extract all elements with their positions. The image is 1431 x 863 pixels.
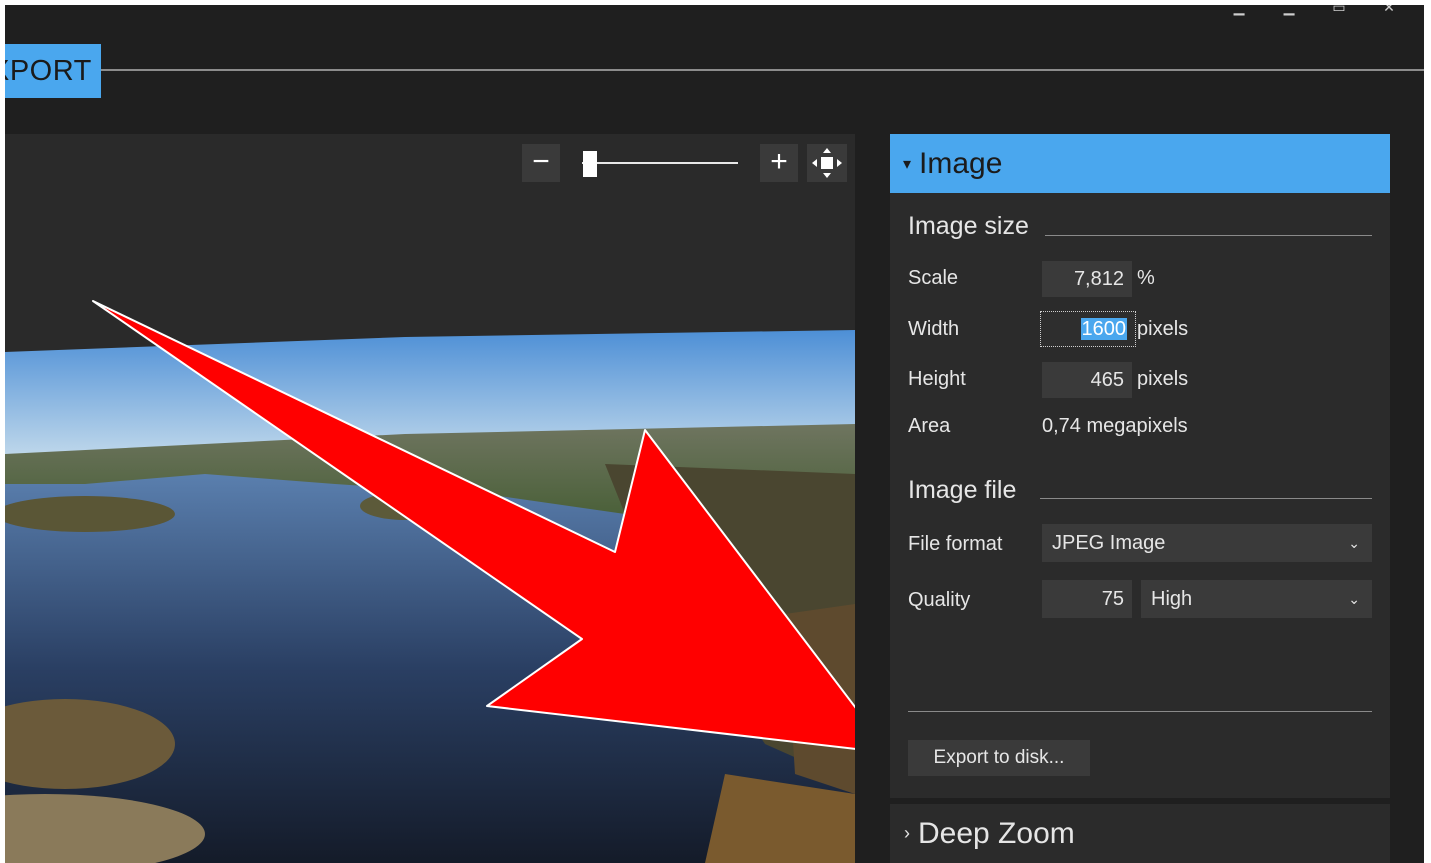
image-settings-panel: ▾ Image Image size Scale 7,812 % Width 16… <box>890 134 1390 798</box>
zoom-in-button[interactable]: + <box>760 144 798 182</box>
export-to-disk-button[interactable]: Export to disk... <box>908 740 1090 776</box>
chevron-right-icon: › <box>904 823 910 843</box>
zoom-toolbar: − + <box>522 144 848 182</box>
export-divider <box>908 711 1372 712</box>
fit-to-window-icon <box>812 148 842 178</box>
zoom-slider-track[interactable] <box>582 162 738 164</box>
deep-zoom-panel-header[interactable]: › Deep Zoom <box>890 804 1390 863</box>
quality-level-value: High <box>1151 588 1193 610</box>
deep-zoom-title: Deep Zoom <box>918 817 1075 850</box>
width-value: 1600 <box>1080 318 1127 340</box>
app-window: ▁ ▁ ▭ ✕ XPORT <box>5 5 1424 863</box>
height-unit: pixels <box>1137 368 1189 390</box>
file-format-label: File format <box>908 533 1003 555</box>
scale-input[interactable]: 7,812 <box>1042 261 1132 297</box>
area-value: 0,74 megapixels <box>1042 415 1188 437</box>
chevron-down-icon: ⌄ <box>1348 535 1360 551</box>
chevron-down-icon: ⌄ <box>1348 591 1360 607</box>
width-input[interactable]: 1600 <box>1040 311 1136 347</box>
fit-to-window-button[interactable] <box>807 144 847 182</box>
height-label: Height <box>908 368 966 390</box>
window-controls: ▁ ▁ ▭ ✕ <box>1228 5 1400 16</box>
file-format-select[interactable]: JPEG Image ⌄ <box>1042 524 1372 562</box>
image-file-heading: Image file <box>908 476 1017 504</box>
image-size-heading: Image size <box>908 212 1029 240</box>
file-format-value: JPEG Image <box>1052 532 1166 554</box>
height-input[interactable]: 465 <box>1042 362 1132 398</box>
scale-unit: % <box>1137 267 1155 289</box>
image-size-divider <box>1045 235 1372 236</box>
restore-icon[interactable]: ▭ <box>1328 5 1350 16</box>
close-icon[interactable]: ✕ <box>1378 5 1400 16</box>
minimize-icon[interactable]: ▁ <box>1228 5 1250 16</box>
zoom-out-button[interactable]: − <box>522 144 560 182</box>
width-label: Width <box>908 318 960 340</box>
image-panel-header[interactable]: ▾ Image <box>890 134 1390 193</box>
scale-label: Scale <box>908 267 959 289</box>
annotation-arrow <box>92 300 855 750</box>
quality-input[interactable]: 75 <box>1042 580 1132 618</box>
tab-export-label: XPORT <box>5 55 92 87</box>
preview-area: − + <box>5 134 855 863</box>
chevron-down-icon: ▾ <box>903 156 912 173</box>
area-label: Area <box>908 415 951 437</box>
image-panel-title: Image <box>919 147 1003 180</box>
tab-divider <box>101 69 1424 71</box>
title-bar: ▁ ▁ ▭ ✕ <box>5 5 1424 45</box>
width-unit: pixels <box>1137 318 1189 340</box>
tab-export[interactable]: XPORT <box>5 44 101 98</box>
quality-level-select[interactable]: High ⌄ <box>1141 580 1372 618</box>
zoom-slider-handle[interactable] <box>582 151 597 177</box>
quality-label: Quality <box>908 589 971 611</box>
image-file-divider <box>1040 498 1372 499</box>
maximize-icon[interactable]: ▁ <box>1278 5 1300 16</box>
